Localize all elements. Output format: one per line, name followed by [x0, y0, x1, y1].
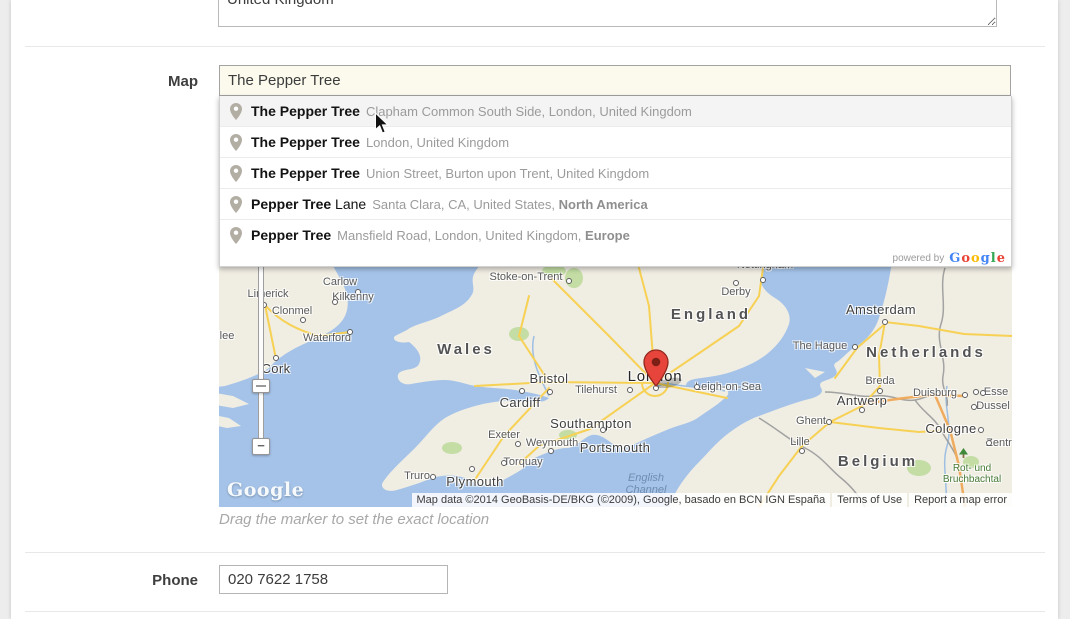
map-town-dot — [733, 280, 739, 286]
map-town-dot — [799, 448, 805, 454]
suggestion-secondary-text: Santa Clara, CA, United States, — [372, 197, 558, 212]
map-town-dot — [600, 427, 606, 433]
zoom-slider-handle[interactable] — [252, 379, 270, 393]
phone-input[interactable] — [219, 565, 448, 594]
autocomplete-item[interactable]: The Pepper Tree Clapham Common South Sid… — [220, 96, 1011, 126]
location-pin-icon — [230, 165, 242, 182]
map-town-dot — [515, 441, 521, 447]
phone-field-label: Phone — [100, 572, 198, 589]
map-town-dot — [430, 474, 436, 480]
autocomplete-item[interactable]: The Pepper Tree Union Street, Burton upo… — [220, 157, 1011, 188]
map-drag-hint: Drag the marker to set the exact locatio… — [219, 511, 489, 528]
map-town-dot — [566, 278, 572, 284]
powered-by-text: powered by — [893, 253, 945, 264]
map-marker[interactable] — [642, 348, 688, 388]
autocomplete-item[interactable]: Pepper Tree Lane Santa Clara, CA, United… — [220, 188, 1011, 219]
map-town-dot — [300, 317, 306, 323]
location-pin-icon — [230, 196, 242, 213]
autocomplete-dropdown: The Pepper Tree Clapham Common South Sid… — [219, 96, 1012, 267]
google-logo-letter: o — [971, 251, 980, 266]
map-town-dot — [882, 319, 888, 325]
suggestion-secondary-text: London, United Kingdom — [366, 135, 509, 150]
google-logo-letter: l — [991, 251, 996, 266]
map-town-dot — [332, 299, 338, 305]
section-divider — [25, 611, 1045, 612]
park-tree-icon — [959, 448, 968, 458]
google-maps-logo[interactable]: Google — [227, 479, 304, 501]
suggestion-secondary-bold: Europe — [585, 228, 630, 243]
map-town-dot — [973, 389, 979, 395]
zoom-out-button[interactable]: − — [252, 438, 270, 455]
autocomplete-item[interactable]: Pepper Tree Mansfield Road, London, Unit… — [220, 219, 1011, 250]
map-town-dot — [547, 389, 553, 395]
map-town-dot — [694, 384, 700, 390]
map-town-dot — [826, 419, 832, 425]
google-logo-letter: g — [981, 251, 990, 266]
map-town-dot — [347, 329, 353, 335]
suggestion-main-text: The Pepper Tree — [251, 134, 360, 150]
suggestion-main-extra: Lane — [331, 196, 366, 212]
map-town-dot — [877, 388, 883, 394]
map-town-dot — [962, 392, 968, 398]
google-logo-letter: e — [997, 251, 1005, 266]
map-attribution: Map data ©2014 GeoBasis-DE/BKG (©2009), … — [410, 492, 1013, 507]
map-search-input[interactable] — [219, 65, 1011, 96]
country-textarea[interactable]: United Kingdom — [218, 0, 997, 27]
section-divider — [25, 46, 1045, 47]
suggestion-secondary-text: Union Street, Burton upon Trent, United … — [366, 166, 649, 181]
map-town-dot — [852, 344, 858, 350]
map-town-dot — [978, 427, 984, 433]
map-town-dot — [469, 466, 475, 472]
suggestion-main-text: The Pepper Tree — [251, 103, 360, 119]
suggestion-secondary-text: Clapham Common South Side, London, Unite… — [366, 104, 692, 119]
terms-of-use-link[interactable]: Terms of Use — [832, 493, 907, 507]
report-map-error-link[interactable]: Report a map error — [909, 493, 1012, 507]
map-town-dot — [980, 390, 986, 396]
map-town-dot — [273, 355, 279, 361]
suggestion-main-text: Pepper Tree — [251, 196, 331, 212]
location-pin-icon — [230, 134, 242, 151]
map-town-dot — [859, 407, 865, 413]
location-pin-icon — [230, 103, 242, 120]
suggestion-secondary-text: Mansfield Road, London, United Kingdom, — [337, 228, 585, 243]
map-town-dot — [627, 387, 633, 393]
section-divider — [25, 552, 1045, 553]
suggestion-main-text: The Pepper Tree — [251, 165, 360, 181]
suggestion-main-text: Pepper Tree — [251, 227, 331, 243]
powered-by-google: powered by G o o g l e — [220, 250, 1011, 266]
map-town-dot — [986, 440, 992, 446]
map-town-dot — [501, 460, 507, 466]
map-town-dot — [971, 404, 977, 410]
map-town-dot — [519, 388, 525, 394]
map-data-attribution: Map data ©2014 GeoBasis-DE/BKG (©2009), … — [412, 493, 831, 507]
map-town-dot — [760, 277, 766, 283]
google-logo-letter: G — [949, 251, 960, 266]
google-logo-letter: o — [961, 251, 970, 266]
map-town-dot — [548, 448, 554, 454]
map-town-dot — [355, 289, 361, 295]
autocomplete-item[interactable]: The Pepper Tree London, United Kingdom — [220, 126, 1011, 157]
suggestion-secondary-bold: North America — [559, 197, 648, 212]
map-field-label: Map — [100, 73, 198, 90]
location-pin-icon — [230, 227, 242, 244]
